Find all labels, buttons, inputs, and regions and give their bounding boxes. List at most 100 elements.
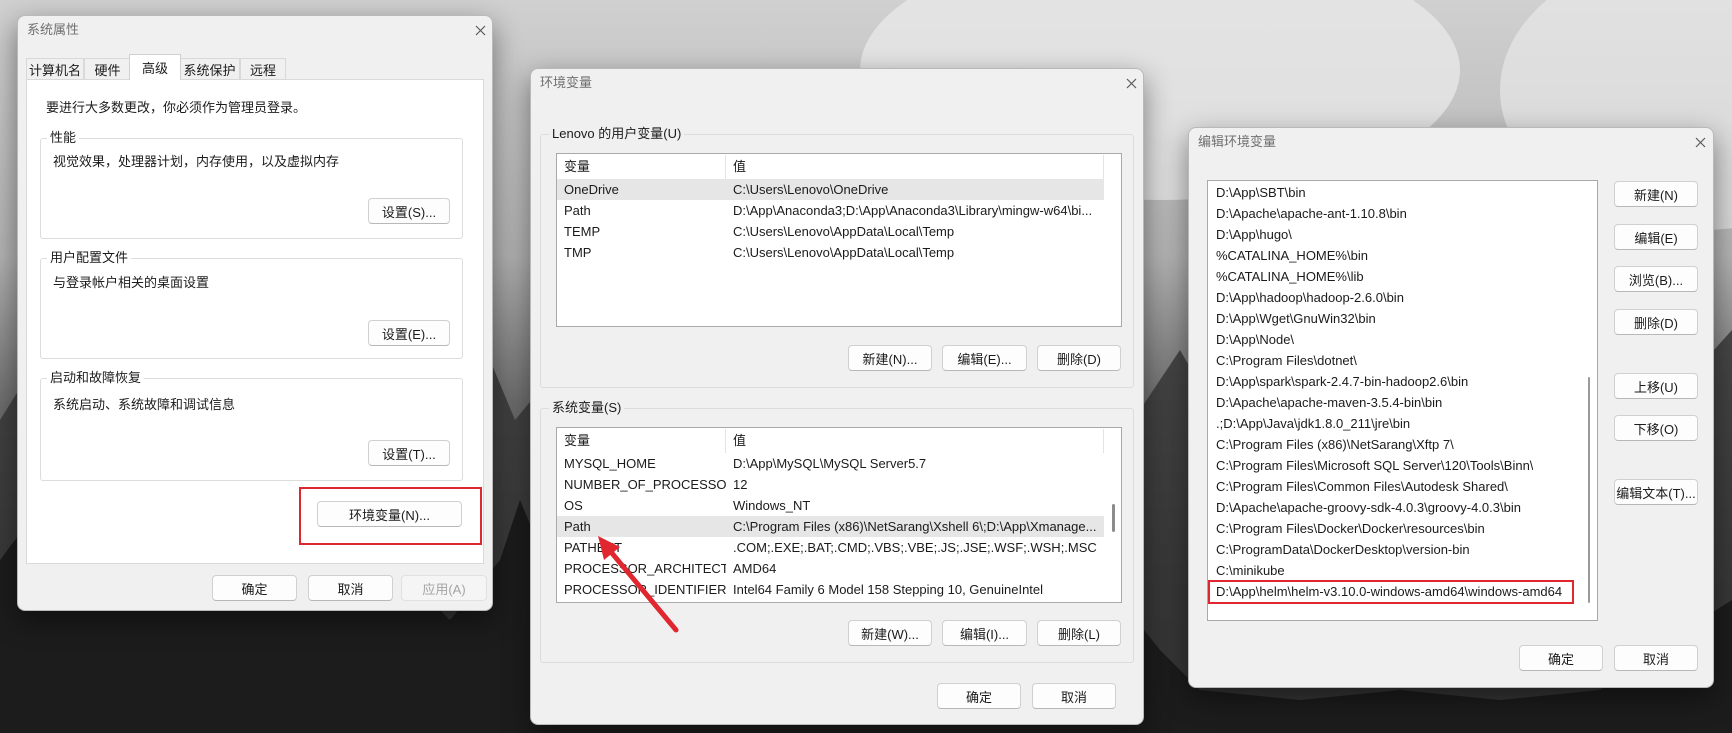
system-variable-row[interactable]: Path C:\Program Files (x86)\NetSarang\Xsh… [557,516,1104,537]
edit-text-button[interactable]: 编辑文本(T)... [1614,479,1698,505]
tab-advanced[interactable]: 高级 [129,54,181,80]
cell-value: Windows_NT [733,498,811,513]
cell-path: C:\Program Files\Docker\Docker\resources… [1216,521,1485,536]
edit-entry-button[interactable]: 编辑(E) [1614,224,1698,250]
user-new-button[interactable]: 新建(N)... [848,345,932,371]
user-variable-row[interactable]: TEMP C:\Users\Lenovo\AppData\Local\Temp [557,221,1104,242]
cell-path: D:\App\Wget\GnuWin32\bin [1216,311,1376,326]
scrollbar-thumb[interactable] [1112,504,1115,532]
move-up-button[interactable]: 上移(U) [1614,373,1698,399]
path-entry[interactable]: D:\Apache\apache-maven-3.5.4-bin\bin [1208,392,1586,413]
cell-path: C:\Program Files (x86)\NetSarang\Xftp 7\ [1216,437,1454,452]
cell-value: C:\Users\Lenovo\OneDrive [733,182,889,197]
path-entries-list[interactable]: D:\App\SBT\bin D:\Apache\apache-ant-1.10.… [1207,180,1598,621]
ok-button[interactable]: 确定 [212,575,297,601]
path-entry[interactable]: C:\Program Files\Common Files\Autodesk S… [1208,476,1586,497]
system-variable-row[interactable]: MYSQL_HOME D:\App\MySQL\MySQL Server5.7 [557,453,1104,474]
user-profiles-description: 与登录帐户相关的桌面设置 [53,275,210,290]
system-new-button[interactable]: 新建(W)... [848,620,932,646]
cell-name: NUMBER_OF_PROCESSORS [564,477,726,492]
close-icon [1126,78,1136,88]
performance-settings-button[interactable]: 设置(S)... [368,198,450,224]
cell-name: Path [564,519,591,534]
user-variable-row[interactable]: Path D:\App\Anaconda3;D:\App\Anaconda3\Li… [557,200,1104,221]
path-entry[interactable]: D:\App\helm\helm-v3.10.0-windows-amd64\w… [1208,580,1586,604]
close-button[interactable] [471,21,489,39]
ok-button[interactable]: 确定 [1519,645,1603,671]
edit-environment-variable-dialog: 编辑环境变量 D:\App\SBT\bin D:\Apache\apache-an… [1188,127,1714,688]
cell-name: OneDrive [564,182,619,197]
path-entry[interactable]: .;D:\App\Java\jdk1.8.0_211\jre\bin [1208,413,1586,434]
cell-value: D:\App\Anaconda3;D:\App\Anaconda3\Librar… [733,203,1093,218]
user-variable-row[interactable]: TMP C:\Users\Lenovo\AppData\Local\Temp [557,242,1104,263]
path-entry[interactable]: D:\App\hadoop\hadoop-2.6.0\bin [1208,287,1586,308]
column-header-variable[interactable]: 变量 [557,429,726,453]
tab-remote[interactable]: 远程 [240,58,286,79]
path-entry[interactable]: D:\App\Wget\GnuWin32\bin [1208,308,1586,329]
system-properties-dialog: 系统属性 计算机名 硬件 高级 系统保护 远程 要进行大多数更改，你必须作为管理… [17,15,493,611]
path-entry[interactable]: D:\Apache\apache-groovy-sdk-4.0.3\groovy… [1208,497,1586,518]
cell-path: C:\Program Files\dotnet\ [1216,353,1357,368]
cell-value: C:\Users\Lenovo\AppData\Local\Temp [733,224,955,239]
group-label: 系统变量(S) [549,400,625,416]
cell-value: .COM;.EXE;.BAT;.CMD;.VBS;.VBE;.JS;.JSE;.… [733,540,1097,555]
path-entry[interactable]: D:\App\SBT\bin [1208,182,1586,203]
scrollbar-thumb[interactable] [1588,377,1590,603]
system-edit-button[interactable]: 编辑(I)... [942,620,1027,646]
ok-button[interactable]: 确定 [937,683,1021,709]
cell-path: D:\App\Node\ [1216,332,1295,347]
cell-name: PATHEXT [564,540,623,555]
path-entry[interactable]: C:\Program Files\Microsoft SQL Server\12… [1208,455,1586,476]
cancel-button[interactable]: 取消 [1614,645,1698,671]
user-variables-table[interactable]: 变量 值 OneDrive C:\Users\Lenovo\OneDrive Pat… [556,153,1122,327]
path-entry[interactable]: C:\Program Files\Docker\Docker\resources… [1208,518,1586,539]
cell-path: D:\App\helm\helm-v3.10.0-windows-amd64\w… [1216,584,1563,599]
system-variables-table[interactable]: 变量 值 MYSQL_HOME D:\App\MySQL\MySQL Server… [556,427,1122,603]
path-entry[interactable]: D:\App\Node\ [1208,329,1586,350]
user-delete-button[interactable]: 删除(D) [1037,345,1121,371]
environment-variables-button[interactable]: 环境变量(N)... [317,501,462,527]
cell-name: OS [564,498,583,513]
delete-entry-button[interactable]: 删除(D) [1614,309,1698,335]
path-entry[interactable]: D:\App\hugo\ [1208,224,1586,245]
user-profiles-settings-button[interactable]: 设置(E)... [368,320,450,346]
cell-value: C:\Program Files (x86)\NetSarang\Xshell … [733,519,1097,534]
user-edit-button[interactable]: 编辑(E)... [942,345,1027,371]
cell-path: C:\minikube [1216,563,1285,578]
system-variable-row[interactable]: OS Windows_NT [557,495,1104,516]
system-variable-row[interactable]: NUMBER_OF_PROCESSORS 12 [557,474,1104,495]
path-entry[interactable]: C:\minikube [1208,560,1586,581]
column-header-variable[interactable]: 变量 [557,155,726,179]
system-variable-row[interactable]: PROCESSOR_IDENTIFIER Intel64 Family 6 Mod… [557,579,1104,600]
user-variable-row[interactable]: OneDrive C:\Users\Lenovo\OneDrive [557,179,1104,200]
system-delete-button[interactable]: 删除(L) [1037,620,1121,646]
column-header-value[interactable]: 值 [726,429,1104,453]
tab-hardware[interactable]: 硬件 [84,58,131,79]
path-entry[interactable]: C:\ProgramData\DockerDesktop\version-bin [1208,539,1586,560]
tab-computer-name[interactable]: 计算机名 [26,58,84,79]
path-entry[interactable]: %CATALINA_HOME%\bin [1208,245,1586,266]
close-button[interactable] [1122,74,1140,92]
user-variables-rows: OneDrive C:\Users\Lenovo\OneDrive Path D:\A… [557,179,1104,263]
system-variable-row[interactable]: PROCESSOR_ARCHITECT... AMD64 [557,558,1104,579]
new-entry-button[interactable]: 新建(N) [1614,181,1698,207]
tab-system-protection[interactable]: 系统保护 [179,58,240,79]
move-down-button[interactable]: 下移(O) [1614,415,1698,441]
path-entry[interactable]: C:\Program Files (x86)\NetSarang\Xftp 7\ [1208,434,1586,455]
startup-recovery-settings-button[interactable]: 设置(T)... [368,440,450,466]
close-button[interactable] [1691,133,1709,151]
apply-button[interactable]: 应用(A) [401,575,487,601]
path-entry[interactable]: %CATALINA_HOME%\lib [1208,266,1586,287]
system-variable-row[interactable]: PATHEXT .COM;.EXE;.BAT;.CMD;.VBS;.VBE;.JS… [557,537,1104,558]
cancel-button[interactable]: 取消 [308,575,393,601]
cell-name: PROCESSOR_ARCHITECT... [564,561,726,576]
cell-name: Path [564,203,591,218]
dialog-title: 系统属性 [27,22,80,37]
column-header-value[interactable]: 值 [726,155,1104,179]
path-entry[interactable]: D:\App\spark\spark-2.4.7-bin-hadoop2.6\b… [1208,371,1586,392]
path-entry[interactable]: C:\Program Files\dotnet\ [1208,350,1586,371]
cell-path: D:\App\spark\spark-2.4.7-bin-hadoop2.6\b… [1216,374,1469,389]
cancel-button[interactable]: 取消 [1032,683,1116,709]
browse-button[interactable]: 浏览(B)... [1614,266,1698,292]
path-entry[interactable]: D:\Apache\apache-ant-1.10.8\bin [1208,203,1586,224]
